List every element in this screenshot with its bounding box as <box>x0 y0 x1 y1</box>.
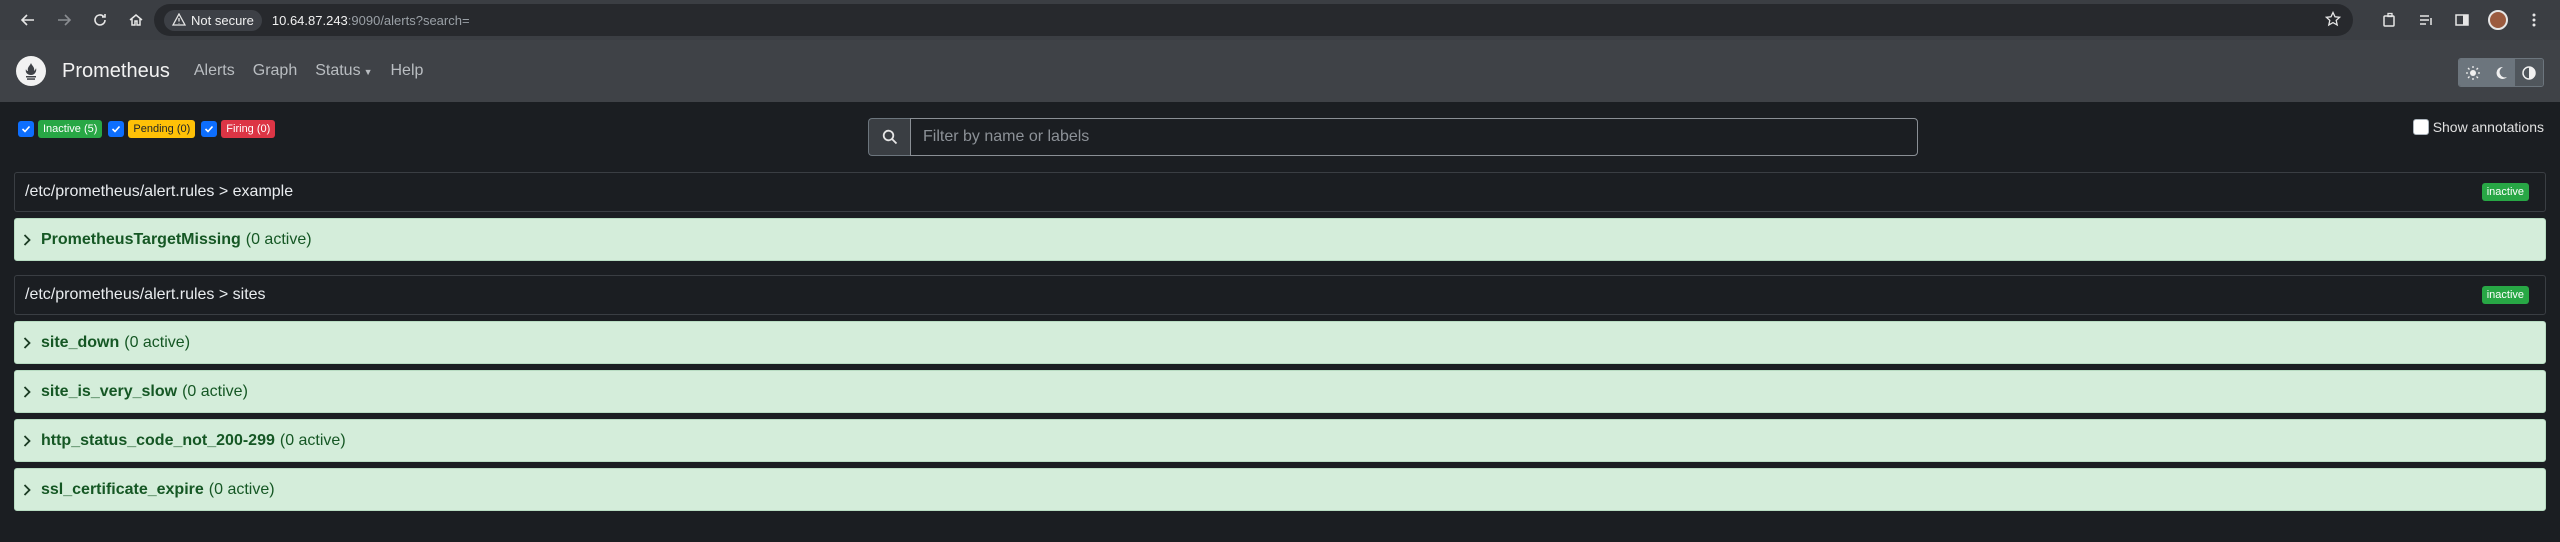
alert-rule-row[interactable]: http_status_code_not_200-299 (0 active) <box>14 419 2546 462</box>
state-filters: Inactive (5) Pending (0) Firing (0) <box>18 120 281 138</box>
browser-menu-icon[interactable] <box>2518 4 2550 36</box>
filter-bar: Inactive (5) Pending (0) Firing (0) Show… <box>14 102 2546 172</box>
alert-rule-count: (0 active) <box>208 480 275 498</box>
nav-status-label: Status <box>315 62 361 79</box>
alert-rule-name: site_is_very_slow <box>41 382 178 400</box>
theme-switcher <box>2458 58 2544 87</box>
chevron-right-icon <box>23 434 37 447</box>
reload-button[interactable] <box>84 4 116 36</box>
alert-rule-name: PrometheusTargetMissing <box>41 230 241 248</box>
nav-graph[interactable]: Graph <box>253 62 297 80</box>
alerts-page: Inactive (5) Pending (0) Firing (0) Show… <box>0 102 2560 511</box>
url-path: :9090/alerts?search= <box>347 12 470 28</box>
warning-icon <box>172 13 186 26</box>
firing-checkbox[interactable] <box>201 121 218 137</box>
browser-toolbar: Not secure 10.64.87.243:9090/alerts?sear… <box>0 0 2560 40</box>
nav-status[interactable]: Status ▼ <box>315 62 372 80</box>
pending-filter-badge[interactable]: Pending (0) <box>128 120 196 138</box>
extensions-icon[interactable] <box>2374 4 2406 36</box>
light-theme-icon[interactable] <box>2459 59 2487 86</box>
security-label: Not secure <box>191 12 254 28</box>
show-annotations-checkbox[interactable] <box>2412 119 2429 135</box>
rule-group-path: /etc/prometheus/alert.rules > sites <box>25 286 266 303</box>
alert-rule-name: http_status_code_not_200-299 <box>41 431 275 449</box>
forward-button[interactable] <box>48 4 80 36</box>
alert-rule-name: ssl_certificate_expire <box>41 480 204 498</box>
address-bar[interactable]: Not secure 10.64.87.243:9090/alerts?sear… <box>154 4 2353 36</box>
prometheus-logo-icon <box>16 56 46 86</box>
inactive-checkbox[interactable] <box>18 121 34 137</box>
rule-group-path: /etc/prometheus/alert.rules > example <box>25 183 294 200</box>
search-icon <box>868 118 910 156</box>
profile-avatar[interactable] <box>2482 4 2514 36</box>
alert-rule-count: (0 active) <box>124 333 191 351</box>
alert-rule-row[interactable]: site_is_very_slow (0 active) <box>14 370 2546 413</box>
chevron-right-icon <box>23 385 37 398</box>
alert-rule-count: (0 active) <box>245 230 312 248</box>
auto-theme-icon[interactable] <box>2515 59 2543 86</box>
media-controls-icon[interactable] <box>2410 4 2442 36</box>
pending-checkbox[interactable] <box>108 121 125 137</box>
nav-alerts[interactable]: Alerts <box>194 62 235 80</box>
show-annotations-toggle[interactable]: Show annotations <box>2412 119 2544 135</box>
alert-rule-count: (0 active) <box>182 382 248 400</box>
alert-rule-row[interactable]: PrometheusTargetMissing (0 active) <box>14 218 2546 261</box>
alert-rule-name: site_down <box>41 333 120 351</box>
back-button[interactable] <box>12 4 44 36</box>
security-indicator[interactable]: Not secure <box>164 9 262 31</box>
home-button[interactable] <box>120 4 152 36</box>
brand[interactable]: Prometheus <box>16 56 170 86</box>
firing-filter-badge[interactable]: Firing (0) <box>221 120 276 138</box>
status-badge: inactive <box>2481 183 2529 201</box>
chevron-right-icon <box>23 336 37 349</box>
search-group <box>868 118 1918 156</box>
nav-help[interactable]: Help <box>391 62 424 80</box>
chevron-right-icon <box>23 233 37 246</box>
rule-group-header: /etc/prometheus/alert.rules > sites inac… <box>14 275 2546 315</box>
brand-name: Prometheus <box>62 59 170 82</box>
search-input[interactable] <box>910 118 1918 156</box>
show-annotations-label: Show annotations <box>2432 119 2544 135</box>
url-host: 10.64.87.243 <box>271 12 348 28</box>
rule-group-header: /etc/prometheus/alert.rules > example in… <box>14 172 2546 212</box>
chevron-right-icon <box>23 483 37 496</box>
app-navbar: Prometheus Alerts Graph Status ▼ Help <box>0 40 2560 102</box>
inactive-filter-badge[interactable]: Inactive (5) <box>38 120 103 138</box>
status-badge: inactive <box>2481 286 2529 304</box>
alert-rule-row[interactable]: site_down (0 active) <box>14 321 2546 364</box>
side-panel-icon[interactable] <box>2446 4 2478 36</box>
bookmark-star-icon[interactable] <box>2324 10 2342 30</box>
dark-theme-icon[interactable] <box>2487 59 2515 86</box>
alert-rule-count: (0 active) <box>279 431 346 449</box>
caret-down-icon: ▼ <box>363 67 373 77</box>
alert-rule-row[interactable]: ssl_certificate_expire (0 active) <box>14 468 2546 511</box>
